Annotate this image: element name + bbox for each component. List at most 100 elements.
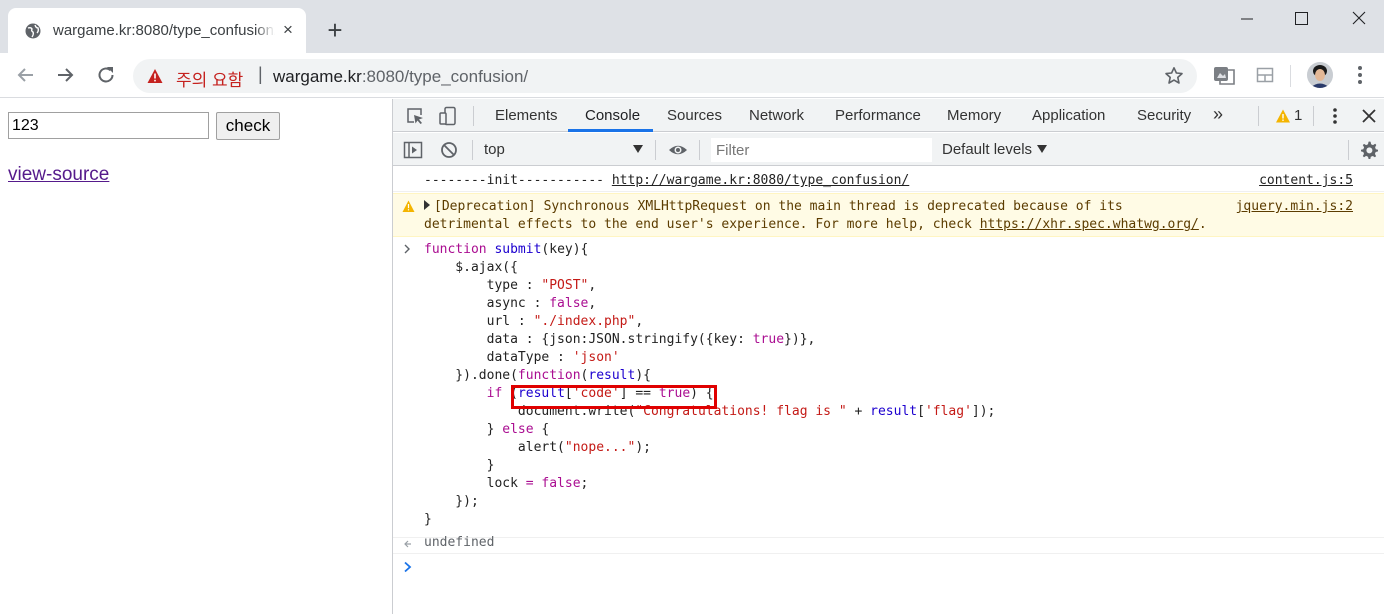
chevron-down-icon[interactable]	[633, 145, 643, 153]
gear-icon[interactable]	[1359, 140, 1379, 160]
chevron-down-icon[interactable]	[1037, 145, 1047, 153]
devtools-close-icon[interactable]	[1359, 106, 1379, 126]
tab-performance[interactable]: Performance	[835, 107, 921, 124]
back-arrow-icon[interactable]	[14, 63, 38, 87]
more-tabs-button[interactable]: »	[1213, 104, 1223, 125]
browser-tab[interactable]: wargame.kr:8080/type_confusion/ ×	[8, 8, 306, 53]
context-selector[interactable]: top	[484, 141, 505, 158]
console-warning-row: [Deprecation] Synchronous XMLHttpRequest…	[393, 193, 1384, 237]
window-close-icon[interactable]	[1344, 6, 1374, 32]
tab-layout-icon[interactable]	[1255, 65, 1275, 85]
devtools-panel: Elements Console Sources Network Perform…	[392, 99, 1384, 614]
warning-message-line-1[interactable]: [Deprecation] Synchronous XMLHttpRequest…	[424, 199, 1123, 214]
new-tab-button[interactable]: +	[322, 17, 348, 43]
eye-icon[interactable]	[668, 140, 688, 160]
warning-text-end: .	[1198, 217, 1207, 232]
inspect-element-icon[interactable]	[405, 106, 425, 126]
source-link[interactable]: content.js:5	[1259, 173, 1353, 188]
warning-text-1: [Deprecation] Synchronous XMLHttpRequest…	[434, 199, 1123, 214]
console-prompt[interactable]	[393, 555, 1384, 583]
warning-text-2: detrimental effects to the end user's ex…	[424, 217, 980, 232]
url-host: wargame.kr	[273, 67, 362, 86]
warning-icon	[402, 200, 415, 212]
code-line: }	[424, 458, 495, 473]
console-result-row: undefined	[393, 534, 1384, 554]
device-toolbar-icon[interactable]	[438, 106, 458, 126]
bookmark-star-icon[interactable]	[1164, 66, 1184, 86]
check-button[interactable]: check	[216, 112, 280, 140]
url-separator: |	[258, 64, 263, 84]
code-line: function submit(key){	[424, 242, 589, 257]
code-line: url : "./index.php",	[424, 314, 644, 329]
devtools-menu-icon[interactable]	[1325, 106, 1345, 126]
tab-security[interactable]: Security	[1137, 107, 1191, 124]
address-bar[interactable]: 주의 요함 | wargame.kr:8080/type_confusion/	[133, 59, 1197, 93]
code-line: async : false,	[424, 296, 597, 311]
key-input[interactable]	[8, 112, 209, 139]
toolbar-separator	[473, 106, 474, 126]
tab-console[interactable]: Console	[585, 107, 640, 124]
minimize-icon[interactable]	[1232, 6, 1262, 32]
console-log-row: --------init----------- http://wargame.k…	[393, 170, 1384, 192]
console-output: --------init----------- http://wargame.k…	[393, 167, 1384, 614]
profile-avatar[interactable]	[1307, 62, 1333, 88]
tab-memory[interactable]: Memory	[947, 107, 1001, 124]
tab-network[interactable]: Network	[749, 107, 804, 124]
forward-arrow-icon[interactable]	[53, 63, 77, 87]
toolbar-separator	[699, 140, 700, 160]
warning-count-icon[interactable]	[1275, 108, 1291, 124]
security-warning-label[interactable]: 주의 요함	[176, 66, 243, 91]
url-text[interactable]: wargame.kr:8080/type_confusion/	[273, 67, 528, 87]
tab-sources[interactable]: Sources	[667, 107, 722, 124]
extension-icon[interactable]	[1212, 64, 1236, 86]
log-text: --------init-----------	[424, 173, 612, 188]
code-line: type : "POST",	[424, 278, 597, 293]
code-line: }).done(function(result){	[424, 368, 651, 383]
tab-strip: wargame.kr:8080/type_confusion/ × +	[0, 0, 1384, 53]
maximize-icon[interactable]	[1286, 6, 1316, 32]
warning-message-line-2: detrimental effects to the end user's ex…	[424, 217, 1207, 232]
console-toolbar: top Default levels	[393, 133, 1384, 166]
code-line: } else {	[424, 422, 550, 437]
code-line: dataType : 'json'	[424, 350, 620, 365]
result-value: undefined	[424, 535, 495, 550]
reload-icon[interactable]	[94, 63, 118, 87]
log-message: --------init----------- http://wargame.k…	[424, 173, 909, 188]
chrome-menu-icon[interactable]	[1350, 64, 1370, 86]
tab-close-icon[interactable]: ×	[279, 21, 297, 39]
toolbar-separator	[1313, 106, 1314, 126]
toolbar-divider	[1290, 65, 1291, 87]
active-tab-indicator	[568, 129, 653, 132]
devtools-tab-bar: Elements Console Sources Network Perform…	[393, 99, 1384, 132]
code-line: $.ajax({	[424, 260, 518, 275]
toolbar-separator	[655, 140, 656, 160]
browser-toolbar: 주의 요함 | wargame.kr:8080/type_confusion/	[0, 53, 1384, 98]
console-input-row: function submit(key){ $.ajax({ type : "P…	[393, 238, 1384, 538]
clear-console-icon[interactable]	[439, 140, 459, 160]
page-content: check view-source	[0, 99, 392, 614]
tab-title: wargame.kr:8080/type_confusion/	[53, 22, 275, 39]
log-url-link[interactable]: http://wargame.kr:8080/type_confusion/	[612, 173, 909, 188]
warning-count[interactable]: 1	[1294, 107, 1302, 124]
toolbar-separator	[1258, 106, 1259, 126]
tab-application[interactable]: Application	[1032, 107, 1105, 124]
warning-url-link[interactable]: https://xhr.spec.whatwg.org/	[980, 217, 1199, 232]
source-link[interactable]: jquery.min.js:2	[1236, 199, 1353, 214]
warning-triangle-icon[interactable]	[147, 68, 163, 84]
expand-triangle-icon[interactable]	[424, 200, 430, 210]
result-arrow-icon	[404, 540, 411, 548]
prompt-chevron-icon	[404, 561, 412, 573]
url-path: :8080/type_confusion/	[361, 67, 529, 86]
view-source-link[interactable]: view-source	[8, 164, 109, 186]
console-filter-input[interactable]	[711, 138, 932, 162]
sidebar-toggle-icon[interactable]	[403, 140, 423, 160]
code-line: });	[424, 494, 479, 509]
code-line: data : {json:JSON.stringify({key: true})…	[424, 332, 816, 347]
log-levels-dropdown[interactable]: Default levels	[942, 141, 1032, 158]
toolbar-separator	[472, 140, 473, 160]
code-line: lock = false;	[424, 476, 589, 491]
highlight-box	[511, 385, 717, 409]
toolbar-separator	[1348, 140, 1349, 160]
input-chevron-icon	[404, 244, 410, 254]
tab-elements[interactable]: Elements	[495, 107, 558, 124]
